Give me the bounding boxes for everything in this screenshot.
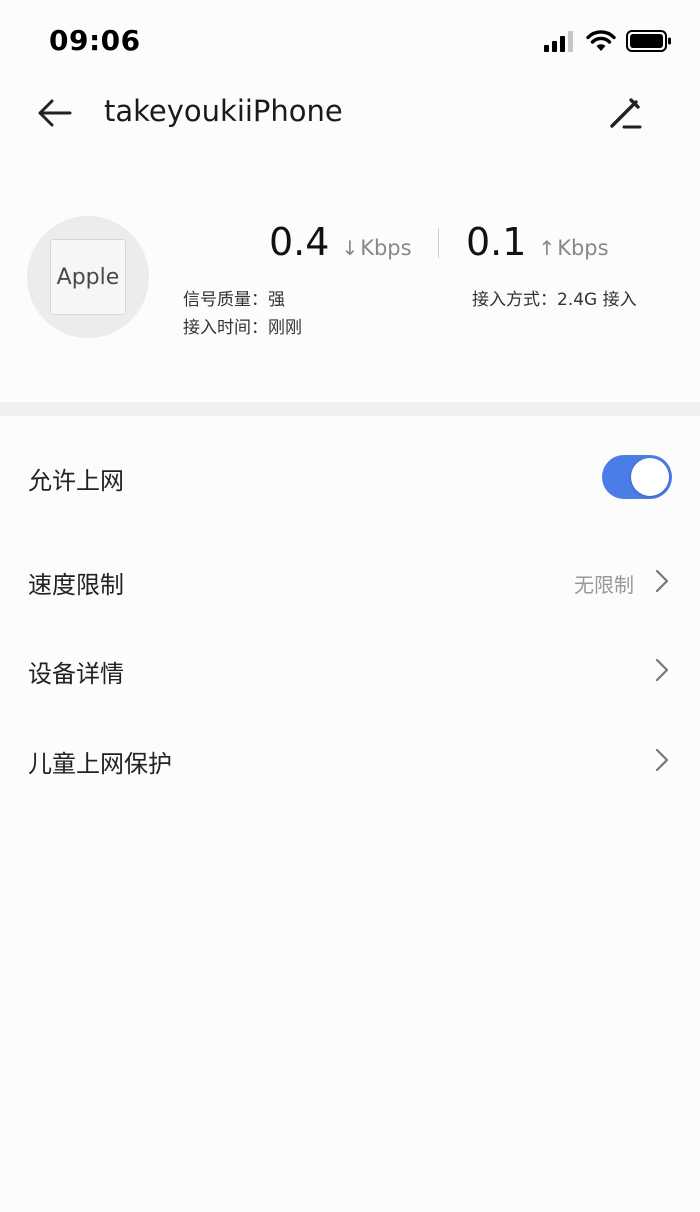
cellular-signal-icon <box>544 30 576 56</box>
upload-speed: 0.1 ↑ Kbps <box>466 220 609 270</box>
device-detail-screen: 09:06 takeyoukiiPhone Apple 0.4 ↓ Kbps 0… <box>0 0 700 1212</box>
chevron-right-icon <box>655 748 669 772</box>
wifi-icon <box>586 30 616 56</box>
status-time: 09:06 <box>49 24 141 57</box>
download-speed-value: 0.4 <box>269 220 330 264</box>
back-button[interactable] <box>34 92 76 134</box>
child-protection-row[interactable]: 儿童上网保护 <box>0 720 700 800</box>
device-avatar: Apple <box>27 216 149 338</box>
child-protection-label: 儿童上网保护 <box>28 750 172 778</box>
chevron-right-icon <box>655 569 669 593</box>
signal-quality-text: 信号质量：强 <box>183 290 285 310</box>
status-bar: 09:06 <box>0 0 700 80</box>
allow-internet-toggle[interactable] <box>602 455 672 499</box>
speed-limit-row[interactable]: 速度限制 无限制 <box>0 541 700 621</box>
toggle-knob <box>631 458 669 496</box>
device-details-row[interactable]: 设备详情 <box>0 630 700 710</box>
device-name-title: takeyoukiiPhone <box>104 94 343 128</box>
device-info-card: Apple 0.4 ↓ Kbps 0.1 ↑ Kbps 信号质量：强 接入时间：… <box>0 190 700 400</box>
section-divider <box>0 402 700 416</box>
allow-internet-row: 允许上网 <box>0 437 700 517</box>
upload-arrow-icon: ↑ <box>538 236 556 260</box>
device-details-label: 设备详情 <box>28 660 124 688</box>
speed-divider <box>438 228 439 258</box>
access-time-text: 接入时间：刚刚 <box>183 318 302 338</box>
chevron-right-icon <box>655 658 669 682</box>
edit-name-button[interactable] <box>604 92 646 134</box>
back-arrow-icon <box>38 99 72 127</box>
edit-pen-icon <box>610 98 642 129</box>
download-arrow-icon: ↓ <box>341 236 359 260</box>
status-icons <box>544 30 672 56</box>
battery-icon <box>626 29 672 57</box>
device-brand-label: Apple <box>50 239 126 315</box>
upload-speed-unit: Kbps <box>557 236 609 260</box>
download-speed-unit: Kbps <box>360 236 412 260</box>
speed-limit-label: 速度限制 <box>28 571 124 599</box>
upload-speed-value: 0.1 <box>466 220 527 264</box>
speed-limit-value: 无限制 <box>574 573 634 597</box>
access-mode-text: 接入方式：2.4G 接入 <box>472 290 637 310</box>
allow-internet-label: 允许上网 <box>28 467 124 495</box>
header: takeyoukiiPhone <box>0 80 700 146</box>
download-speed: 0.4 ↓ Kbps <box>269 220 412 270</box>
